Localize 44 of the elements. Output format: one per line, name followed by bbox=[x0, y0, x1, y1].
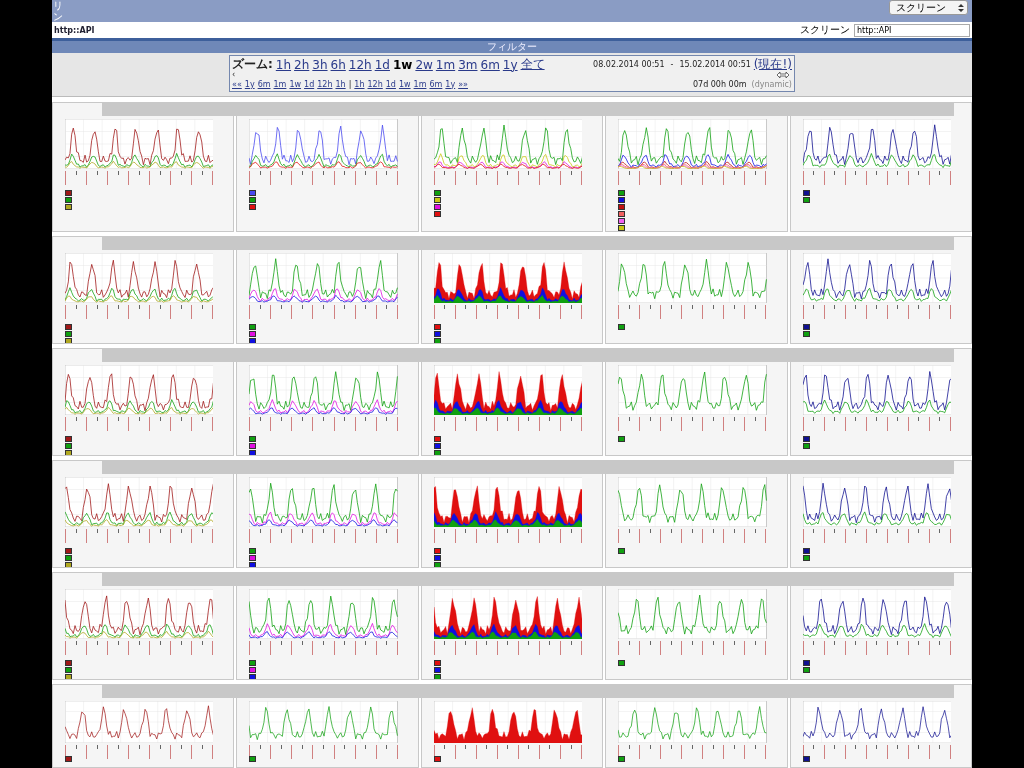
zoom-link[interactable]: 1w bbox=[392, 57, 413, 72]
period-link[interactable]: 1w bbox=[289, 79, 302, 89]
date-from: 08.02.2014 00:51 bbox=[593, 60, 665, 69]
period-link[interactable]: 1y bbox=[445, 79, 456, 89]
period-link[interactable]: 12h bbox=[317, 79, 333, 89]
page-title: リン bbox=[53, 0, 63, 22]
scroll-left-button[interactable]: ‹ bbox=[232, 72, 236, 78]
period-link[interactable]: »» bbox=[458, 79, 468, 89]
date-dash: - bbox=[670, 60, 674, 69]
zoom-link[interactable]: 1y bbox=[502, 57, 518, 72]
zoom-link[interactable]: 1h bbox=[275, 57, 292, 72]
period-link[interactable]: 1h bbox=[354, 79, 365, 89]
period-link[interactable]: 1m bbox=[413, 79, 427, 89]
zoom-link[interactable]: 1m bbox=[435, 57, 456, 72]
date-to: 15.02.2014 00:51 bbox=[679, 60, 751, 69]
now-link[interactable]: (現在!) bbox=[753, 56, 792, 73]
screen-select[interactable]: スクリーン bbox=[889, 0, 968, 15]
period-link[interactable]: 1w bbox=[398, 79, 411, 89]
zoom-link[interactable]: 12h bbox=[348, 57, 372, 72]
period-text: 07d 00h 00m bbox=[692, 79, 747, 89]
screen-field[interactable]: http::API bbox=[854, 23, 970, 37]
period-link[interactable]: 1y bbox=[244, 79, 255, 89]
zoom-label: ズーム: bbox=[232, 56, 273, 73]
period-link[interactable]: 1m bbox=[273, 79, 287, 89]
screen-name: http::API bbox=[54, 25, 95, 35]
zoom-link[interactable]: 2h bbox=[294, 57, 310, 72]
period-link[interactable]: 1h bbox=[335, 79, 346, 89]
zoom-link[interactable]: 1d bbox=[374, 57, 390, 72]
period-link[interactable]: 1d bbox=[304, 79, 315, 89]
separator: | bbox=[348, 79, 352, 89]
screen-label: スクリーン bbox=[800, 23, 850, 37]
zoom-link[interactable]: 6m bbox=[480, 57, 500, 72]
slider-handle-icon[interactable] bbox=[776, 70, 790, 80]
dropdown-arrows-icon bbox=[958, 2, 964, 13]
zoom-link[interactable]: 3h bbox=[312, 57, 328, 72]
zoom-link[interactable]: 全て bbox=[520, 56, 545, 73]
zoom-link[interactable]: 2w bbox=[415, 57, 433, 72]
period-link[interactable]: 12h bbox=[367, 79, 383, 89]
zoom-link[interactable]: 6h bbox=[330, 57, 346, 72]
period-link[interactable]: «« bbox=[232, 79, 242, 89]
zoom-link[interactable]: 3m bbox=[458, 57, 478, 72]
period-link[interactable]: 1d bbox=[385, 79, 396, 89]
period-link[interactable]: 6m bbox=[257, 79, 271, 89]
period-link[interactable]: 6m bbox=[429, 79, 443, 89]
